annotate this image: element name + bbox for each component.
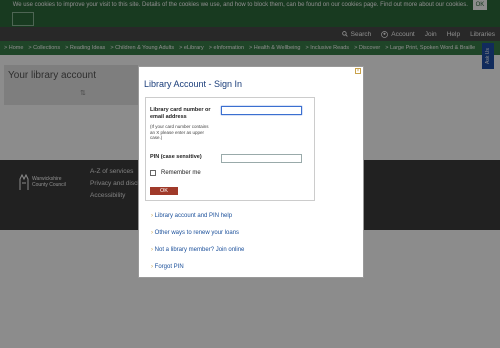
card-number-label: Library card number or email address	[150, 107, 211, 120]
help-link-join[interactable]: Not a library member? Join online	[151, 247, 245, 253]
pin-input[interactable]	[221, 154, 302, 163]
card-number-hint: (If your card number contains an X pleas…	[150, 124, 209, 140]
remember-label: Remember me	[161, 170, 201, 176]
remember-checkbox[interactable]	[150, 170, 156, 176]
help-links: Library account and PIN help Other ways …	[151, 213, 245, 270]
help-link-pin[interactable]: Library account and PIN help	[151, 213, 244, 219]
sign-in-dialog: × Library Account - Sign In Library card…	[138, 66, 364, 278]
sign-in-form: Library card number or email address (If…	[145, 97, 315, 201]
pin-label: PIN (case sensitive)	[150, 154, 202, 160]
remember-me: Remember me	[150, 170, 201, 176]
help-link-renew[interactable]: Other ways to renew your loans	[151, 230, 244, 236]
dialog-title: Library Account - Sign In	[144, 79, 243, 89]
card-number-input[interactable]	[221, 106, 302, 115]
sign-in-ok-button[interactable]: OK	[150, 187, 178, 195]
close-icon[interactable]: ×	[355, 68, 361, 74]
help-link-forgot-pin[interactable]: Forgot PIN	[151, 264, 244, 270]
